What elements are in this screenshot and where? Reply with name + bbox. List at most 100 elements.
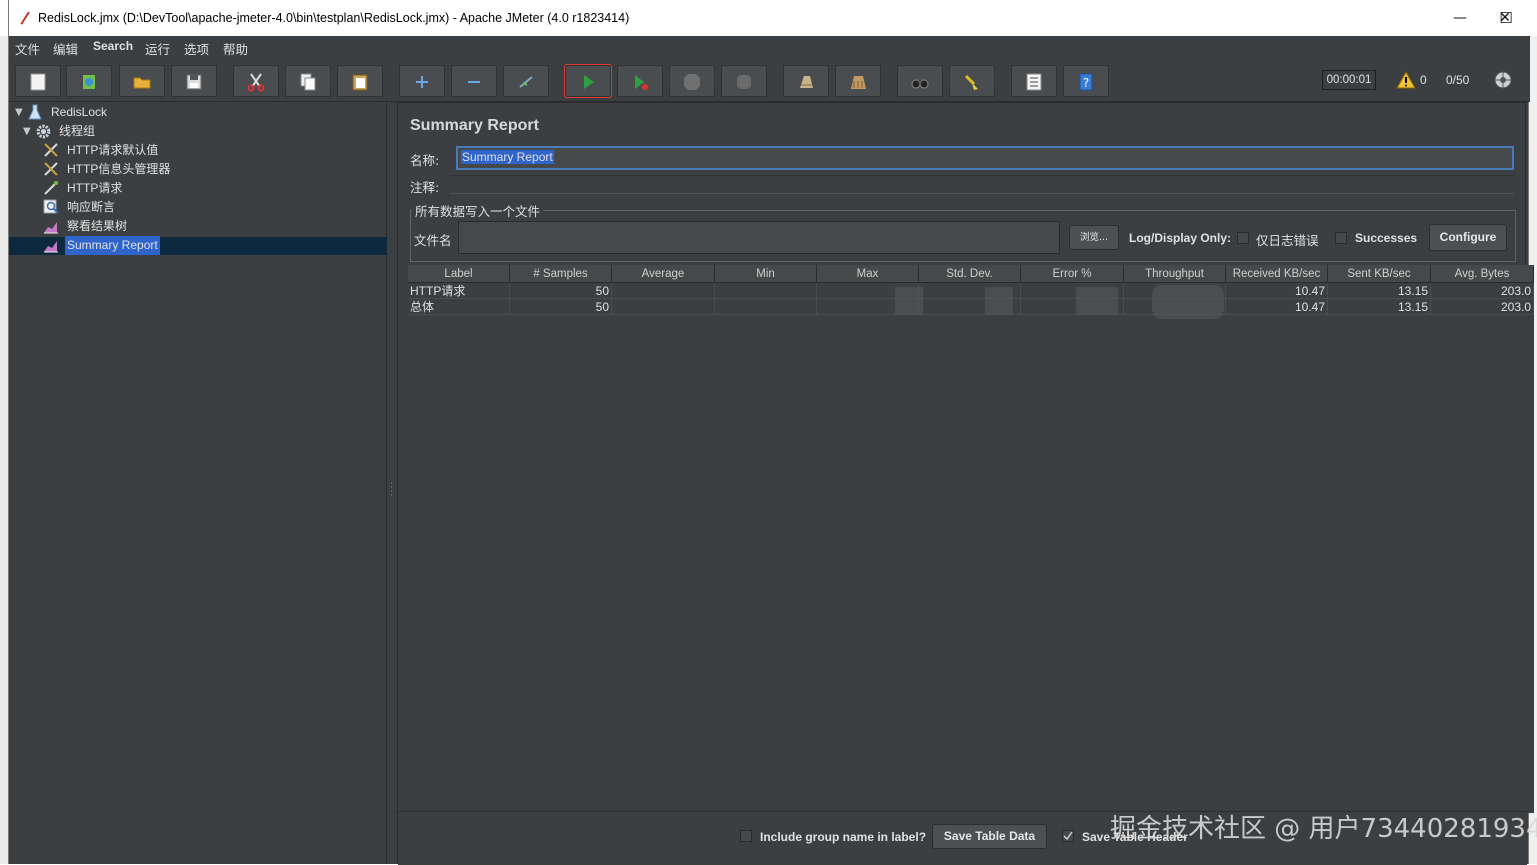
shutdown-icon <box>737 75 751 89</box>
save-header-checkbox[interactable] <box>1062 830 1074 842</box>
close-button[interactable]: ✕ <box>1482 0 1528 36</box>
start-no-pauses-button[interactable] <box>617 65 663 97</box>
redacted-area <box>985 287 1013 315</box>
active-threads: 0/50 <box>1446 73 1470 87</box>
table-cell-average[interactable] <box>612 283 715 299</box>
configure-button[interactable]: Configure <box>1429 224 1507 251</box>
tree-item-label: 响应断言 <box>67 200 116 214</box>
gear-icon <box>36 124 51 139</box>
jmeter-feather-icon <box>20 11 30 25</box>
tree-item-label: RedisLock <box>51 105 108 119</box>
collapse-all-button[interactable] <box>451 65 497 97</box>
tree-item-label: 察看结果树 <box>67 219 128 233</box>
successes-label: Successes <box>1355 231 1418 245</box>
collapse-toggle-icon[interactable]: ▼ <box>23 126 31 137</box>
tree-item-label: HTTP请求默认值 <box>67 143 159 157</box>
clear-button[interactable] <box>783 65 829 97</box>
column-header-max[interactable]: Max <box>817 265 919 283</box>
column-header-average[interactable]: Average <box>612 265 715 283</box>
table-cell-label[interactable]: 总体 <box>408 299 510 315</box>
table-cell-samples[interactable]: 50 <box>510 299 612 315</box>
cut-button[interactable] <box>233 65 279 97</box>
chart-icon <box>44 222 58 234</box>
new-button[interactable] <box>15 65 61 97</box>
table-cell-received[interactable]: 10.47 <box>1226 283 1328 299</box>
column-header-label[interactable]: Label <box>408 265 510 283</box>
warning-count: 0 <box>1420 73 1427 87</box>
table-cell-average[interactable] <box>612 299 715 315</box>
menu-help[interactable]: 帮助 <box>223 39 248 58</box>
column-header-min[interactable]: Min <box>715 265 817 283</box>
comment-field[interactable] <box>450 175 1514 194</box>
errors-only-checkbox[interactable] <box>1237 232 1249 244</box>
minimize-button[interactable]: — <box>1437 0 1483 36</box>
column-header-received[interactable]: Received KB/sec <box>1226 265 1328 283</box>
table-cell-min[interactable] <box>715 299 817 315</box>
table-cell-avg-bytes[interactable]: 203.0 <box>1431 299 1534 315</box>
successes-checkbox[interactable] <box>1335 232 1347 244</box>
filename-field[interactable] <box>458 221 1060 254</box>
clear-all-button[interactable] <box>835 65 881 97</box>
include-group-checkbox[interactable] <box>740 830 752 842</box>
paste-button[interactable] <box>337 65 383 97</box>
browse-button[interactable]: 浏览... <box>1069 225 1119 250</box>
templates-button[interactable] <box>66 65 112 97</box>
errors-only-label: 仅日志错误 <box>1256 233 1319 248</box>
expand-all-button[interactable] <box>399 65 445 97</box>
table-cell-label[interactable]: HTTP请求 <box>408 283 510 299</box>
magnifier-icon <box>43 199 59 214</box>
reset-search-button[interactable] <box>949 65 995 97</box>
menu-options[interactable]: 选项 <box>184 39 209 58</box>
redacted-area <box>895 287 923 315</box>
menu-file[interactable]: 文件 <box>15 39 40 58</box>
watermark-text: 掘金技术社区 @ 用户734402819342 <box>1110 814 1537 844</box>
menu-run[interactable]: 运行 <box>145 39 170 58</box>
wrench-icon <box>44 162 58 176</box>
chart-icon <box>44 241 58 253</box>
collapse-toggle-icon[interactable]: ▼ <box>15 107 23 118</box>
function-helper-button[interactable] <box>1011 65 1057 97</box>
splitter-grip-icon: · · · · <box>390 479 393 501</box>
warning-icon[interactable] <box>1396 71 1416 89</box>
include-group-label: Include group name in label? <box>760 830 927 844</box>
cut-icon <box>247 73 265 92</box>
start-button[interactable] <box>564 64 612 98</box>
save-button[interactable] <box>171 65 217 97</box>
column-header-std-dev[interactable]: Std. Dev. <box>919 265 1021 283</box>
toggle-button[interactable] <box>503 65 549 97</box>
clear-icon <box>800 76 813 88</box>
name-field[interactable]: Summary Report <box>456 146 1514 170</box>
tree-item-label: 线程组 <box>59 124 96 138</box>
table-cell-sent[interactable]: 13.15 <box>1328 299 1431 315</box>
redacted-area <box>1152 285 1224 319</box>
copy-button[interactable] <box>285 65 331 97</box>
help-button[interactable]: ? <box>1063 65 1109 97</box>
split-pane-divider[interactable]: · · · · <box>387 102 397 864</box>
templates-icon <box>83 75 95 89</box>
shutdown-button[interactable] <box>721 65 767 97</box>
search-button[interactable] <box>897 65 943 97</box>
wrench-icon <box>44 143 58 157</box>
elapsed-timer: 00:00:01 <box>1322 70 1376 90</box>
test-plan-tree: ▼ RedisLock ▼ 线程组 HTTP请求默认值 HTTP信息头管理器 H… <box>9 102 387 864</box>
menu-edit[interactable]: 编辑 <box>53 39 78 58</box>
stop-button[interactable] <box>669 65 715 97</box>
menu-search[interactable]: Search <box>93 39 133 53</box>
table-cell-samples[interactable]: 50 <box>510 283 612 299</box>
table-cell-sent[interactable]: 13.15 <box>1328 283 1431 299</box>
column-header-avg-bytes[interactable]: Avg. Bytes <box>1431 265 1534 283</box>
open-button[interactable] <box>119 65 165 97</box>
table-cell-min[interactable] <box>715 283 817 299</box>
save-table-data-button[interactable]: Save Table Data <box>932 824 1047 849</box>
column-header-throughput[interactable]: Throughput <box>1124 265 1226 283</box>
filename-label: 文件名 <box>414 233 452 248</box>
column-header-samples[interactable]: # Samples <box>510 265 612 283</box>
table-cell-avg-bytes[interactable]: 203.0 <box>1431 283 1534 299</box>
start-icon <box>584 75 594 89</box>
start-no-pause-icon <box>635 75 648 90</box>
table-cell-received[interactable]: 10.47 <box>1226 299 1328 315</box>
column-header-sent[interactable]: Sent KB/sec <box>1328 265 1431 283</box>
window-title: RedisLock.jmx (D:\DevTool\apache-jmeter-… <box>38 11 630 25</box>
log-display-label: Log/Display Only: <box>1129 231 1232 245</box>
column-header-error[interactable]: Error % <box>1021 265 1124 283</box>
